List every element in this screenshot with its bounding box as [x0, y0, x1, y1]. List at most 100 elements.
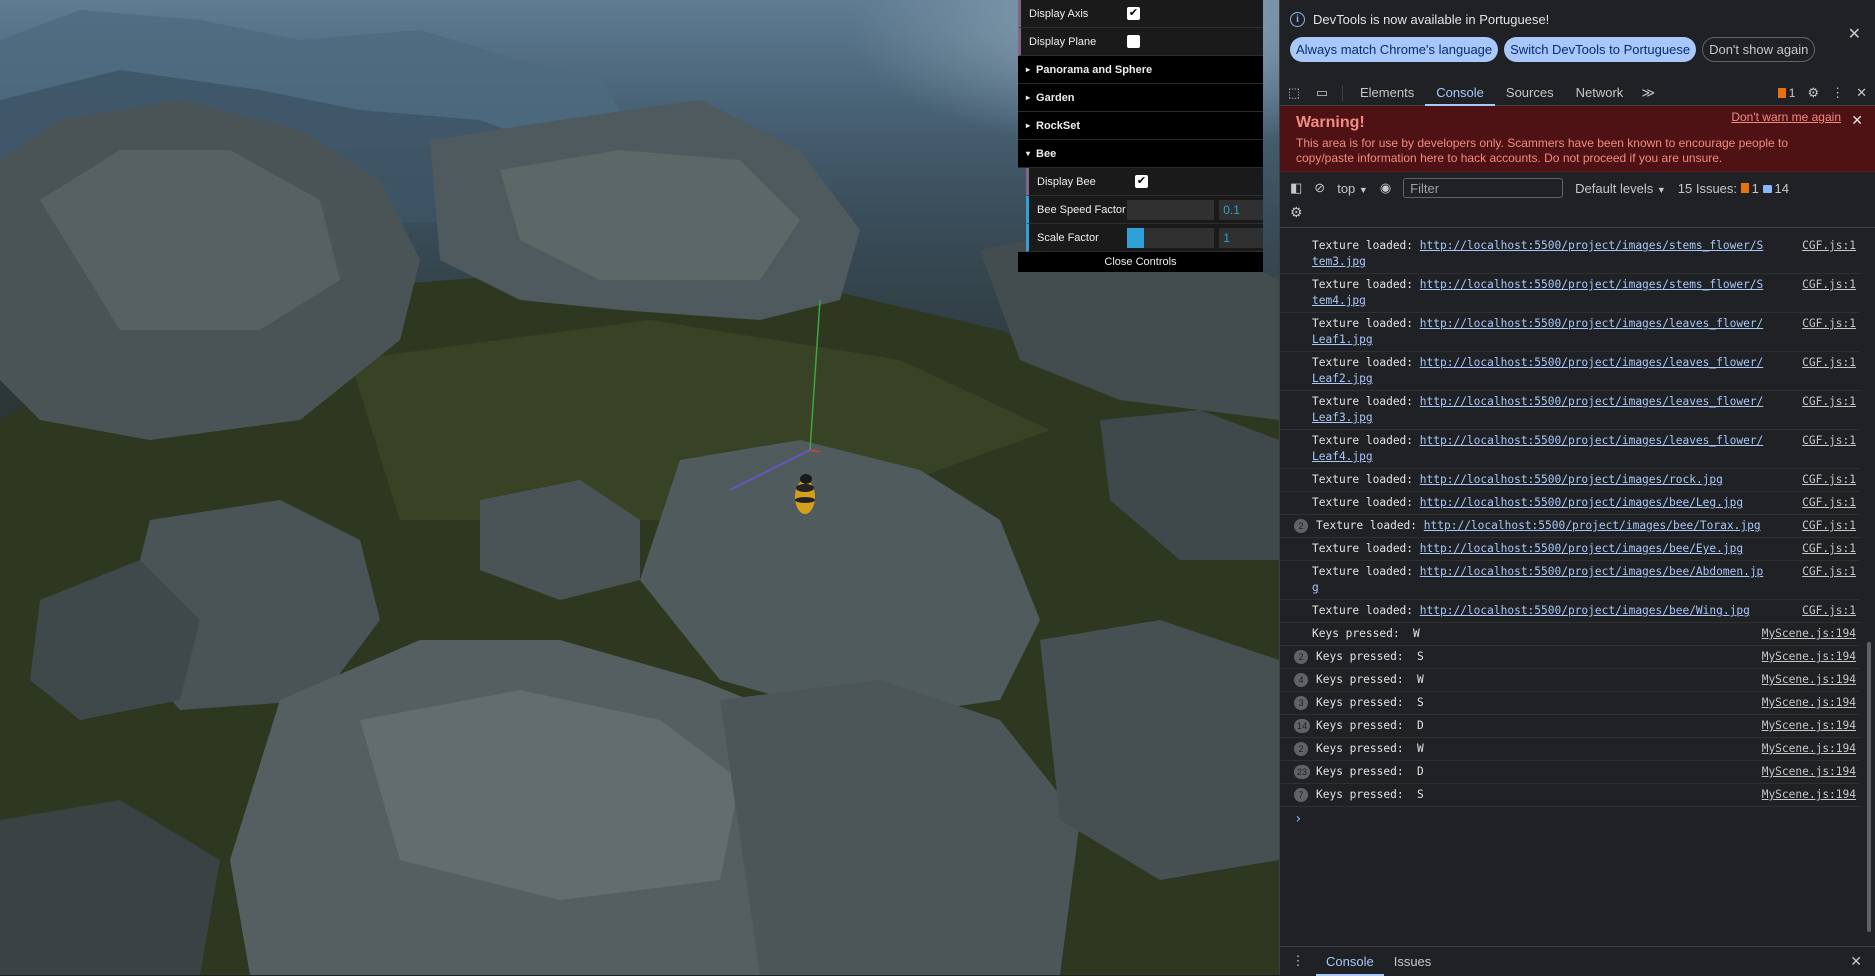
message-text: Keys pressed: W [1312, 741, 1767, 757]
source-location-link[interactable]: MyScene.js:194 [1762, 695, 1856, 711]
tab-console[interactable]: Console [1425, 80, 1495, 106]
resource-link[interactable]: http://localhost:5500/project/images/roc… [1420, 473, 1723, 486]
close-drawer-icon[interactable]: ✕ [1850, 953, 1862, 970]
log-levels-label: Default levels [1575, 180, 1654, 196]
source-location-link[interactable]: MyScene.js:194 [1762, 626, 1856, 642]
source-location-link[interactable]: CGF.js:1 [1802, 316, 1856, 332]
issues-badge[interactable]: 1 [1777, 86, 1796, 100]
dont-show-again-button[interactable]: Don't show again [1702, 37, 1816, 62]
message-text: Texture loaded: http://localhost:5500/pr… [1312, 495, 1767, 511]
issues-count: 1 [1788, 86, 1796, 100]
folder-garden[interactable]: ▸ Garden [1018, 84, 1263, 112]
always-match-language-button[interactable]: Always match Chrome's language [1290, 37, 1499, 62]
source-location-link[interactable]: MyScene.js:194 [1762, 764, 1856, 780]
close-warning-icon[interactable]: ✕ [1851, 112, 1863, 129]
filter-input[interactable]: Filter [1403, 178, 1564, 198]
bee-speed-factor-row: Bee Speed Factor 0.1 [1026, 196, 1263, 224]
message-prefix: Texture loaded: [1316, 519, 1424, 532]
source-location-link[interactable]: MyScene.js:194 [1762, 649, 1856, 665]
source-location-link[interactable]: MyScene.js:194 [1762, 672, 1856, 688]
close-devtools-icon[interactable]: ✕ [1856, 85, 1867, 101]
console-message: Texture loaded: http://localhost:5500/pr… [1280, 313, 1860, 352]
source-location-link[interactable]: CGF.js:1 [1802, 564, 1856, 580]
source-location-link[interactable]: CGF.js:1 [1802, 433, 1856, 449]
close-controls-button[interactable]: Close Controls [1018, 252, 1263, 272]
bee-speed-factor-input[interactable]: 0.1 [1219, 199, 1263, 220]
bee-folder-contents: Display Bee ✔ Bee Speed Factor 0.1 Scale… [1018, 168, 1263, 252]
scale-factor-input[interactable]: 1 [1219, 227, 1263, 248]
drawer-menu-icon[interactable]: ⋮ [1280, 953, 1316, 969]
resource-link[interactable]: http://localhost:5500/project/images/bee… [1420, 496, 1743, 509]
resource-link[interactable]: http://localhost:5500/project/images/bee… [1424, 519, 1761, 532]
slider-fill [1127, 227, 1145, 248]
console-message: 3 Keys pressed: S MyScene.js:194 [1280, 692, 1860, 715]
settings-icon[interactable]: ⚙ [1807, 85, 1819, 101]
console-message: 2 Keys pressed: W MyScene.js:194 [1280, 738, 1860, 761]
source-location-link[interactable]: CGF.js:1 [1802, 541, 1856, 557]
repeat-count-badge: 4 [1294, 673, 1308, 687]
devtools-tabbar: ⬚ ▭ Elements Console Sources Network ≫ 1… [1280, 80, 1875, 106]
folder-rockset[interactable]: ▸ RockSet [1018, 112, 1263, 140]
source-location-link[interactable]: CGF.js:1 [1802, 495, 1856, 511]
source-location-link[interactable]: CGF.js:1 [1802, 603, 1856, 619]
console-message: Texture loaded: http://localhost:5500/pr… [1280, 538, 1860, 561]
display-axis-label: Display Axis [1029, 7, 1089, 20]
switch-to-portuguese-button[interactable]: Switch DevTools to Portuguese [1504, 37, 1697, 62]
source-location-link[interactable]: CGF.js:1 [1802, 472, 1856, 488]
tab-network[interactable]: Network [1565, 80, 1635, 106]
issues-summary[interactable]: 15 Issues: 1 14 [1678, 181, 1789, 196]
message-text: Texture loaded: http://localhost:5500/pr… [1312, 433, 1767, 465]
context-selector[interactable]: top ▼ [1337, 181, 1368, 196]
source-location-link[interactable]: CGF.js:1 [1802, 238, 1856, 254]
folder-panorama-and-sphere[interactable]: ▸ Panorama and Sphere [1018, 56, 1263, 84]
display-plane-row[interactable]: Display Plane [1018, 28, 1263, 56]
display-axis-checkbox[interactable]: ✔ [1127, 7, 1140, 20]
message-prefix: Texture loaded: [1312, 434, 1420, 447]
dont-warn-me-again-link[interactable]: Don't warn me again [1731, 110, 1841, 124]
device-toolbar-icon[interactable]: ▭ [1308, 85, 1336, 101]
bee-speed-factor-slider[interactable] [1127, 199, 1215, 220]
folder-label: Garden [1036, 91, 1075, 104]
source-location-link[interactable]: MyScene.js:194 [1762, 718, 1856, 734]
scrollbar-thumb[interactable] [1867, 642, 1871, 932]
display-bee-row[interactable]: Display Bee ✔ [1026, 168, 1263, 196]
inspect-element-icon[interactable]: ⬚ [1280, 85, 1308, 101]
console-prompt[interactable]: › [1280, 807, 1860, 827]
more-tabs-icon[interactable]: ≫ [1634, 85, 1662, 101]
resource-link[interactable]: http://localhost:5500/project/images/bee… [1420, 604, 1750, 617]
source-location-link[interactable]: CGF.js:1 [1802, 518, 1856, 534]
tab-sources[interactable]: Sources [1495, 80, 1565, 106]
kebab-menu-icon[interactable]: ⋮ [1831, 85, 1844, 101]
sidebar-toggle-icon[interactable]: ◧ [1290, 180, 1302, 196]
display-plane-checkbox[interactable] [1127, 35, 1140, 48]
console-message: Texture loaded: http://localhost:5500/pr… [1280, 352, 1860, 391]
chevron-down-icon: ▼ [1656, 184, 1666, 195]
resource-link[interactable]: http://localhost:5500/project/images/bee… [1420, 542, 1743, 555]
source-location-link[interactable]: MyScene.js:194 [1762, 741, 1856, 757]
drawer-tab-console[interactable]: Console [1316, 947, 1384, 976]
folder-bee[interactable]: ▾ Bee [1018, 140, 1263, 168]
drawer-tab-issues[interactable]: Issues [1384, 947, 1442, 976]
clear-console-icon[interactable]: ⊘ [1314, 180, 1325, 196]
display-bee-checkbox[interactable]: ✔ [1135, 175, 1148, 188]
console-settings-icon[interactable]: ⚙ [1290, 204, 1303, 220]
message-text: Texture loaded: http://localhost:5500/pr… [1312, 564, 1767, 596]
triangle-right-icon: ▸ [1026, 65, 1031, 74]
live-expression-eye-icon[interactable]: ◉ [1380, 180, 1391, 196]
source-location-link[interactable]: CGF.js:1 [1802, 355, 1856, 371]
display-axis-row[interactable]: Display Axis ✔ [1018, 0, 1263, 28]
scale-factor-slider[interactable] [1127, 227, 1215, 248]
message-text: Keys pressed: W [1312, 626, 1767, 642]
source-location-link[interactable]: CGF.js:1 [1802, 394, 1856, 410]
message-text: Texture loaded: http://localhost:5500/pr… [1312, 541, 1767, 557]
console-scrollbar[interactable] [1865, 237, 1871, 937]
console-toolbar: ◧ ⊘ top ▼ ◉ Filter Default levels ▼ 15 I… [1280, 172, 1875, 204]
warning-text: This area is for use by developers only.… [1296, 136, 1789, 165]
source-location-link[interactable]: CGF.js:1 [1802, 277, 1856, 293]
tab-elements[interactable]: Elements [1349, 80, 1425, 106]
close-icon[interactable]: ✕ [1848, 24, 1861, 44]
log-levels-dropdown[interactable]: Default levels ▼ [1575, 181, 1666, 196]
message-prefix: Texture loaded: [1312, 239, 1420, 252]
source-location-link[interactable]: MyScene.js:194 [1762, 787, 1856, 803]
issues-warning-count: 1 [1751, 180, 1759, 196]
